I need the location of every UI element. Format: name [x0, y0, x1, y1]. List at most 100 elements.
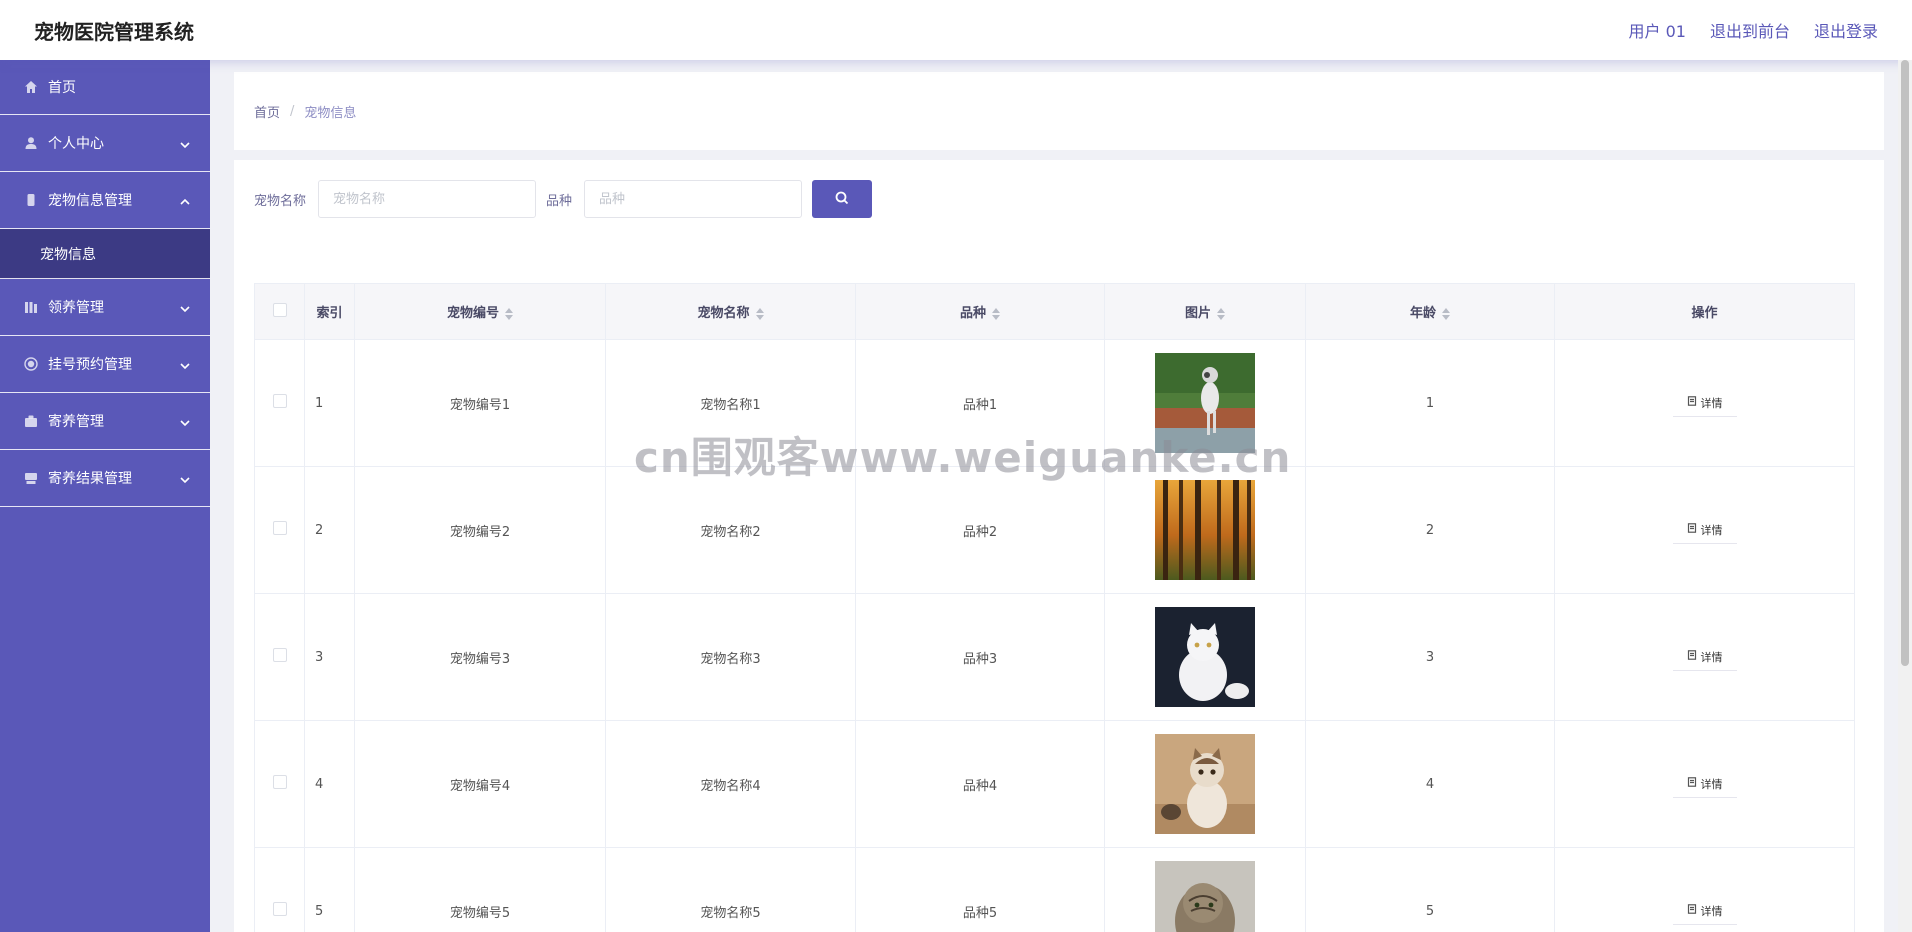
boarding-icon: [24, 414, 38, 428]
document-icon: [1687, 650, 1697, 663]
cell-age: 3: [1305, 593, 1555, 721]
detail-button[interactable]: 详情: [1672, 389, 1737, 417]
sidebar-item-adoption-management[interactable]: 领养管理: [0, 279, 210, 336]
chevron-down-icon: [180, 138, 190, 149]
cell-age: 1: [1305, 339, 1555, 467]
chevron-down-icon: [180, 302, 190, 313]
sidebar-item-pet-info-management[interactable]: 宠物信息管理: [0, 172, 210, 229]
table-row: 3 宠物编号3 宠物名称3 品种3 3 详情: [254, 593, 1855, 721]
user-icon: [24, 136, 38, 150]
cell-pet-name: 宠物名称4: [605, 720, 856, 848]
cell-image: [1104, 466, 1306, 594]
cell-image: [1104, 593, 1306, 721]
chevron-up-icon: [180, 195, 190, 205]
cell-breed: 品种2: [855, 466, 1105, 594]
select-all-checkbox[interactable]: [272, 302, 287, 317]
pet-name-label: 宠物名称: [254, 193, 307, 209]
sidebar-item-home[interactable]: 首页: [0, 60, 210, 115]
sort-icon[interactable]: [755, 307, 764, 320]
table-row: 4 宠物编号4 宠物名称4 品种4 4 详情: [254, 720, 1855, 848]
document-icon: [1687, 523, 1697, 536]
pet-image-white-cat[interactable]: [1155, 607, 1255, 707]
sidebar-item-appointment-management[interactable]: 挂号预约管理: [0, 336, 210, 393]
cell-pet-code: 宠物编号5: [354, 847, 606, 932]
cell-index: 5: [304, 847, 355, 932]
search-icon: [835, 191, 849, 208]
header-breed[interactable]: 品种: [855, 283, 1105, 340]
cell-index: 1: [304, 339, 355, 467]
cell-actions: 详情: [1554, 339, 1855, 467]
cell-pet-code: 宠物编号3: [354, 593, 606, 721]
scrollbar-thumb[interactable]: [1901, 60, 1909, 666]
sort-icon[interactable]: [1217, 307, 1225, 320]
search-form: 宠物名称 品种: [254, 180, 873, 218]
header-select-all[interactable]: [254, 283, 305, 340]
sidebar-item-label: 领养管理: [48, 300, 104, 316]
header-image[interactable]: 图片: [1104, 283, 1306, 340]
detail-button[interactable]: 详情: [1672, 770, 1737, 798]
row-checkbox[interactable]: [272, 394, 287, 408]
cell-breed: 品种5: [855, 847, 1105, 932]
pet-info-icon: [24, 193, 38, 207]
sidebar-item-label: 寄养管理: [48, 414, 104, 430]
sort-icon[interactable]: [1442, 307, 1450, 320]
header-pet-name[interactable]: 宠物名称: [605, 283, 856, 340]
result-icon: [24, 471, 38, 485]
cell-actions: 详情: [1554, 720, 1855, 848]
pet-image-forest[interactable]: [1155, 480, 1255, 580]
cell-pet-code: 宠物编号2: [354, 466, 606, 594]
cell-pet-name: 宠物名称2: [605, 466, 856, 594]
header-index: 索引: [304, 283, 355, 340]
logout-link[interactable]: 退出登录: [1814, 18, 1878, 42]
chevron-down-icon: [180, 359, 190, 370]
row-checkbox[interactable]: [272, 775, 287, 789]
breadcrumb-current: 宠物信息: [304, 105, 357, 121]
breadcrumb-home[interactable]: 首页: [254, 102, 280, 121]
cell-pet-code: 宠物编号1: [354, 339, 606, 467]
detail-button[interactable]: 详情: [1672, 643, 1737, 671]
sidebar-item-label: 个人中心: [48, 136, 104, 152]
header-actions: 操作: [1554, 283, 1855, 340]
document-icon: [1687, 777, 1697, 790]
sidebar-subitem-pet-info[interactable]: 宠物信息: [0, 229, 210, 279]
header-age[interactable]: 年龄: [1305, 283, 1555, 340]
header-pet-code[interactable]: 宠物编号: [354, 283, 606, 340]
cell-index: 4: [304, 720, 355, 848]
cell-actions: 详情: [1554, 466, 1855, 594]
pet-name-input[interactable]: [318, 180, 537, 218]
current-user-link[interactable]: 用户 01: [1629, 18, 1686, 42]
sidebar-item-label: 寄养结果管理: [48, 471, 132, 487]
search-button[interactable]: [812, 180, 873, 218]
pet-table: 索引 宠物编号 宠物名称 品种 图片 年龄 操作 1 宠物编号1 宠物名称 1 品…: [254, 283, 1855, 932]
breadcrumb-separator: /: [290, 103, 295, 119]
row-checkbox[interactable]: [272, 648, 287, 662]
sidebar-item-label: 宠物信息管理: [48, 193, 132, 209]
cell-pet-code: 宠物编号4: [354, 720, 606, 848]
cell-image: [1104, 847, 1306, 932]
breed-input[interactable]: [584, 180, 803, 218]
row-checkbox[interactable]: [272, 902, 287, 916]
home-icon: [24, 80, 38, 94]
top-links: 用户 01 退出到前台 退出登录: [1629, 18, 1878, 42]
chevron-down-icon: [180, 416, 190, 427]
table-row: 5 宠物编号5 宠物名称5 品种5 5 详情: [254, 847, 1855, 932]
table-header-row: 索引 宠物编号 宠物名称 品种 图片 年龄 操作: [254, 283, 1855, 340]
detail-button[interactable]: 详情: [1672, 516, 1737, 544]
detail-button[interactable]: 详情: [1672, 897, 1737, 925]
page-scrollbar[interactable]: [1898, 60, 1912, 932]
app-title: 宠物医院管理系统: [34, 19, 194, 44]
exit-to-frontend-link[interactable]: 退出到前台: [1710, 18, 1790, 42]
pet-image-exotic-cat[interactable]: [1155, 734, 1255, 834]
sort-icon[interactable]: [992, 307, 1000, 320]
chevron-down-icon: [180, 473, 190, 484]
cell-actions: 详情: [1554, 847, 1855, 932]
sidebar-item-boarding-result-management[interactable]: 寄养结果管理: [0, 450, 210, 507]
row-checkbox[interactable]: [272, 521, 287, 535]
sidebar-item-boarding-management[interactable]: 寄养管理: [0, 393, 210, 450]
watermark: cn围观客www.weiguanke.cn: [634, 433, 1292, 482]
pet-image-tabby-cat[interactable]: [1155, 861, 1255, 932]
cell-age: 4: [1305, 720, 1555, 848]
sort-icon[interactable]: [505, 307, 513, 320]
sidebar-item-personal-center[interactable]: 个人中心: [0, 115, 210, 172]
adoption-icon: [24, 300, 38, 314]
